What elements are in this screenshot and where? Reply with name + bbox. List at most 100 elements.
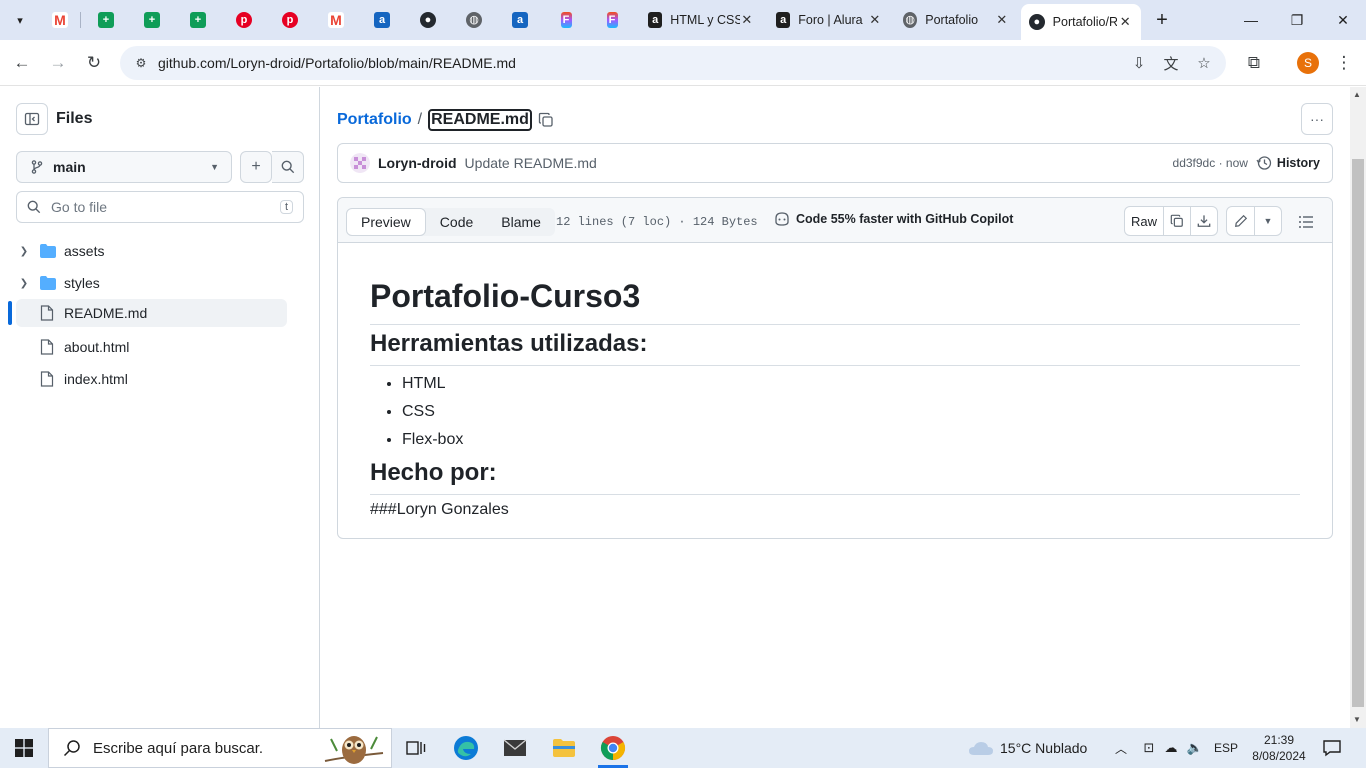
system-clock[interactable]: 21:39 8/08/2024 [1238, 732, 1320, 764]
site-info-icon[interactable]: ⚙ [132, 54, 150, 72]
chrome-menu-icon[interactable]: ⋮ [1330, 49, 1358, 77]
copilot-promo-link[interactable]: Code 55% faster with GitHub Copilot [774, 212, 1013, 226]
taskbar-mail[interactable] [492, 728, 538, 768]
tab-code[interactable]: Code [426, 208, 487, 236]
pinned-tab-figma[interactable]: F [553, 8, 579, 32]
pinned-tab-pinterest[interactable]: p [231, 8, 257, 32]
input-language[interactable]: ESP [1214, 728, 1238, 768]
pinned-tab-pinterest[interactable]: p [277, 8, 303, 32]
commit-hash-time[interactable]: dd3f9dc · now [1173, 156, 1248, 170]
forward-button[interactable]: → [44, 49, 72, 77]
copy-raw-button[interactable] [1163, 207, 1190, 235]
file-header: Preview Code Blame 12 lines (7 loc) · 12… [338, 198, 1332, 243]
pinned-tab-gmail[interactable]: M [323, 8, 349, 32]
download-icon [1197, 215, 1211, 227]
tree-file-about[interactable]: about.html [16, 333, 287, 361]
tab-search-icon[interactable]: ▾ [8, 8, 32, 32]
more-options-button[interactable]: ··· [1301, 103, 1333, 135]
address-bar[interactable]: ⚙ github.com/Loryn-droid/Portafolio/blob… [120, 46, 1226, 80]
tab-separator [80, 12, 81, 28]
pinned-tab-sheets[interactable]: + [139, 8, 165, 32]
taskbar-search-box[interactable]: Escribe aquí para buscar. [48, 728, 392, 768]
scrollbar-thumb[interactable] [1352, 159, 1364, 707]
extensions-icon[interactable]: ⧉ [1240, 49, 1268, 77]
tab-blame[interactable]: Blame [487, 208, 555, 236]
restore-button[interactable]: ❐ [1274, 0, 1320, 40]
outline-button[interactable] [1292, 208, 1320, 236]
copy-path-icon[interactable] [538, 112, 554, 128]
reload-button[interactable]: ↻ [80, 49, 108, 77]
edge-icon [454, 736, 478, 760]
branch-selector[interactable]: main ▼ [16, 151, 232, 183]
go-to-file-placeholder: Go to file [51, 199, 108, 215]
task-view-button[interactable] [393, 728, 439, 768]
start-button[interactable] [0, 728, 48, 768]
taskbar-edge[interactable] [443, 728, 489, 768]
history-button[interactable]: History [1256, 155, 1320, 171]
file-tree-sidebar: Files main ▼ + Go to file t ❯ assets ❯ s… [0, 87, 320, 728]
network-icon[interactable]: ☁ [1158, 740, 1184, 756]
close-icon[interactable]: ✕ [868, 12, 882, 28]
raw-button[interactable]: Raw [1125, 207, 1163, 235]
tab-readme-active[interactable]: ● Portafolio/README.md ✕ [1021, 4, 1141, 40]
chevron-down-icon: ▼ [210, 162, 219, 172]
show-hidden-icons[interactable]: ︿ [1115, 728, 1127, 768]
breadcrumb-repo-link[interactable]: Portafolio [337, 111, 412, 129]
edit-file-button[interactable] [1227, 207, 1254, 235]
tab-html-css[interactable]: a HTML y CSS ✕ [640, 6, 762, 34]
tree-folder-styles[interactable]: ❯ styles [16, 269, 287, 297]
tab-preview[interactable]: Preview [346, 208, 426, 236]
volume-icon[interactable]: 🔈 [1184, 740, 1206, 756]
page-scrollbar[interactable]: ▲ ▼ [1350, 87, 1366, 728]
pinned-tab-github[interactable]: ● [415, 8, 441, 32]
meet-now-icon[interactable]: ⊡ [1140, 740, 1158, 756]
commit-message[interactable]: Update README.md [465, 155, 597, 171]
pinned-tab-sheets[interactable]: + [185, 8, 211, 32]
new-tab-button[interactable]: + [1150, 8, 1174, 32]
tab-title: Portafolio/README.md [1052, 15, 1118, 29]
commit-author[interactable]: Loryn-droid [378, 155, 457, 171]
edit-dropdown-button[interactable]: ▼ [1254, 207, 1281, 235]
taskbar-chrome[interactable] [590, 728, 636, 768]
translate-icon[interactable]: 文 [1158, 46, 1184, 80]
tree-file-index[interactable]: index.html [16, 365, 287, 393]
install-app-icon[interactable]: ⇩ [1126, 46, 1152, 80]
windows-logo-icon [15, 739, 33, 757]
close-icon[interactable]: ✕ [995, 12, 1009, 28]
taskbar-file-explorer[interactable] [541, 728, 587, 768]
close-icon[interactable]: ✕ [740, 12, 754, 28]
avatar[interactable] [350, 153, 370, 173]
weather-widget[interactable]: 15°C Nublado [968, 728, 1087, 768]
pinned-tab-globe[interactable]: ◍ [461, 8, 487, 32]
back-button[interactable]: ← [8, 49, 36, 77]
go-to-file-input[interactable]: Go to file t [16, 191, 304, 223]
scroll-up-icon[interactable]: ▲ [1353, 90, 1361, 99]
download-button[interactable] [1190, 207, 1217, 235]
chevron-right-icon[interactable]: ❯ [16, 246, 32, 257]
readme-heading-tools: Herramientas utilizadas: [370, 329, 1300, 366]
close-window-button[interactable]: ✕ [1320, 0, 1366, 40]
pinned-tab-gmail[interactable]: M [47, 8, 73, 32]
pinned-tab-sheets[interactable]: + [93, 8, 119, 32]
github-icon: ● [1029, 14, 1045, 30]
tab-foro-alura[interactable]: a Foro | Alura ✕ [768, 6, 890, 34]
add-file-button[interactable]: + [240, 151, 272, 183]
windows-taskbar: Escribe aquí para buscar. 15°C Nublado ︿… [0, 728, 1366, 768]
scroll-down-icon[interactable]: ▼ [1353, 715, 1361, 724]
minimize-button[interactable]: — [1228, 0, 1274, 40]
chevron-right-icon[interactable]: ❯ [16, 278, 32, 289]
sheets-icon: + [98, 12, 114, 28]
bookmark-star-icon[interactable]: ☆ [1191, 46, 1217, 80]
tab-portafolio[interactable]: ◍ Portafolio ✕ [895, 6, 1017, 34]
tree-file-readme[interactable]: README.md [16, 299, 287, 327]
notifications-button[interactable] [1322, 728, 1342, 768]
tree-folder-assets[interactable]: ❯ assets [16, 237, 287, 265]
profile-avatar[interactable]: S [1297, 52, 1319, 74]
pinned-tab-alura[interactable]: a [507, 8, 533, 32]
search-files-button[interactable] [272, 151, 304, 183]
collapse-sidebar-button[interactable] [16, 103, 48, 135]
search-icon [63, 740, 80, 757]
close-icon[interactable]: ✕ [1117, 14, 1133, 30]
pinned-tab-alura[interactable]: a [369, 8, 395, 32]
pinned-tab-figma[interactable]: F [599, 8, 625, 32]
